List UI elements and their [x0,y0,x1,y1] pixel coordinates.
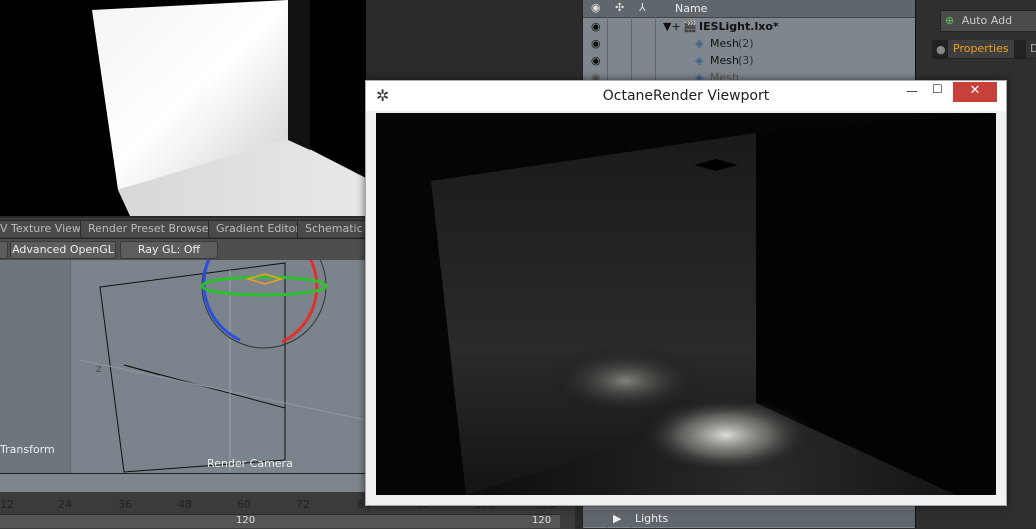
rendered-ies-scene [376,113,996,495]
render-camera-label: Render Camera [207,457,293,470]
eye-icon[interactable]: ◉ [591,35,601,52]
tree-row-mesh[interactable]: ◉ ◈ Mesh (2) [583,35,915,52]
gl-mode-dropdown[interactable]: Advanced OpenGL [10,241,116,259]
tree-row-lights[interactable]: ▶ Lights [583,510,915,527]
transform-label: Transform [0,443,55,456]
ruler-tick: 12 [0,498,14,511]
mesh-icon: ◈ [695,37,704,50]
rotate-z-ring [200,275,328,297]
range-bar[interactable]: 120 120 [0,514,560,528]
lit-room-preview [92,0,366,216]
rotate-y-ring [202,260,241,342]
minimize-button[interactable]: — [906,84,918,98]
mesh-label: Mesh [710,54,739,67]
tree-row-mesh[interactable]: ◉ ◈ Mesh (3) [583,52,915,69]
tab-properties[interactable]: Properties [948,40,1014,58]
svg-text:z: z [96,364,101,375]
render-output[interactable] [376,113,996,495]
rotate-x-ring [281,260,319,344]
ruler-tick: 36 [118,498,132,511]
plus-icon: ⊕ [945,14,955,27]
tab-render-preset-browser[interactable]: Render Preset Browser [80,220,222,237]
opengl-viewport[interactable]: z Transform Render Camera [0,260,366,473]
close-button[interactable]: ✕ [953,82,997,102]
lock-icon[interactable]: ✣ [615,1,624,14]
range-start-label: 120 [236,515,256,526]
expand-triangle-icon[interactable]: ▼+ [663,18,681,35]
mesh-count: (3) [738,54,754,67]
light-handle [245,273,284,285]
eye-icon[interactable]: ◉ [591,18,601,35]
toolbar-left-button[interactable] [0,241,8,259]
viewport-toolbar: Advanced OpenGL Ray GL: Off [0,239,366,260]
name-column-header[interactable]: Name [675,2,707,15]
lights-label: Lights [635,512,669,525]
mesh-label: Mesh [710,37,739,50]
eye-icon[interactable]: ◉ [591,52,601,69]
tab-dot-icon: ● [936,43,946,56]
ruler-tick: 24 [58,498,72,511]
item-list-header: ◉ ✣ ⅄ Name [583,0,915,18]
tab-display-partial[interactable]: Di [1026,40,1036,58]
octane-render-window[interactable]: ✲ OctaneRender Viewport — ☐ ✕ [365,80,1007,506]
mesh-count: (2) [738,37,754,50]
ruler-tick: 48 [178,498,192,511]
tree-row-root[interactable]: ◉ ▼+ 🎬 IESLight.lxo* [583,18,915,35]
visibility-eye-icon[interactable]: ◉ [591,1,601,14]
scene-name: IESLight.lxo* [699,20,779,33]
range-end-label: 120 [532,515,552,526]
viewport-geometry: z [79,260,366,473]
window-titlebar[interactable]: ✲ OctaneRender Viewport — ☐ ✕ [366,81,1006,111]
tab-gradient-editor[interactable]: Gradient Editor [208,220,308,237]
tab-uv-texture-view[interactable]: V Texture View [0,220,89,237]
properties-tabbar: ● Properties Di [932,40,1036,59]
floor-light-pool [636,395,816,475]
ruler-tick: 72 [296,498,310,511]
auto-add-button[interactable]: ⊕ Auto Add [940,10,1036,32]
mesh-icon: ◈ [695,54,704,67]
auto-add-label: Auto Add [961,14,1013,27]
axes-icon[interactable]: ⅄ [639,1,646,14]
scene-clapper-icon: 🎬 [683,20,697,33]
ruler-tick: 60 [237,498,251,511]
expand-arrow-icon[interactable]: ▶ [613,510,621,527]
panel-tab-strip: V Texture View Render Preset Browser Gra… [0,218,371,239]
ray-gl-toggle[interactable]: Ray GL: Off [120,241,218,259]
tab-schematic[interactable]: Schematic [297,220,371,237]
maximize-button[interactable]: ☐ [932,82,943,96]
top-3d-viewport[interactable] [0,0,366,216]
